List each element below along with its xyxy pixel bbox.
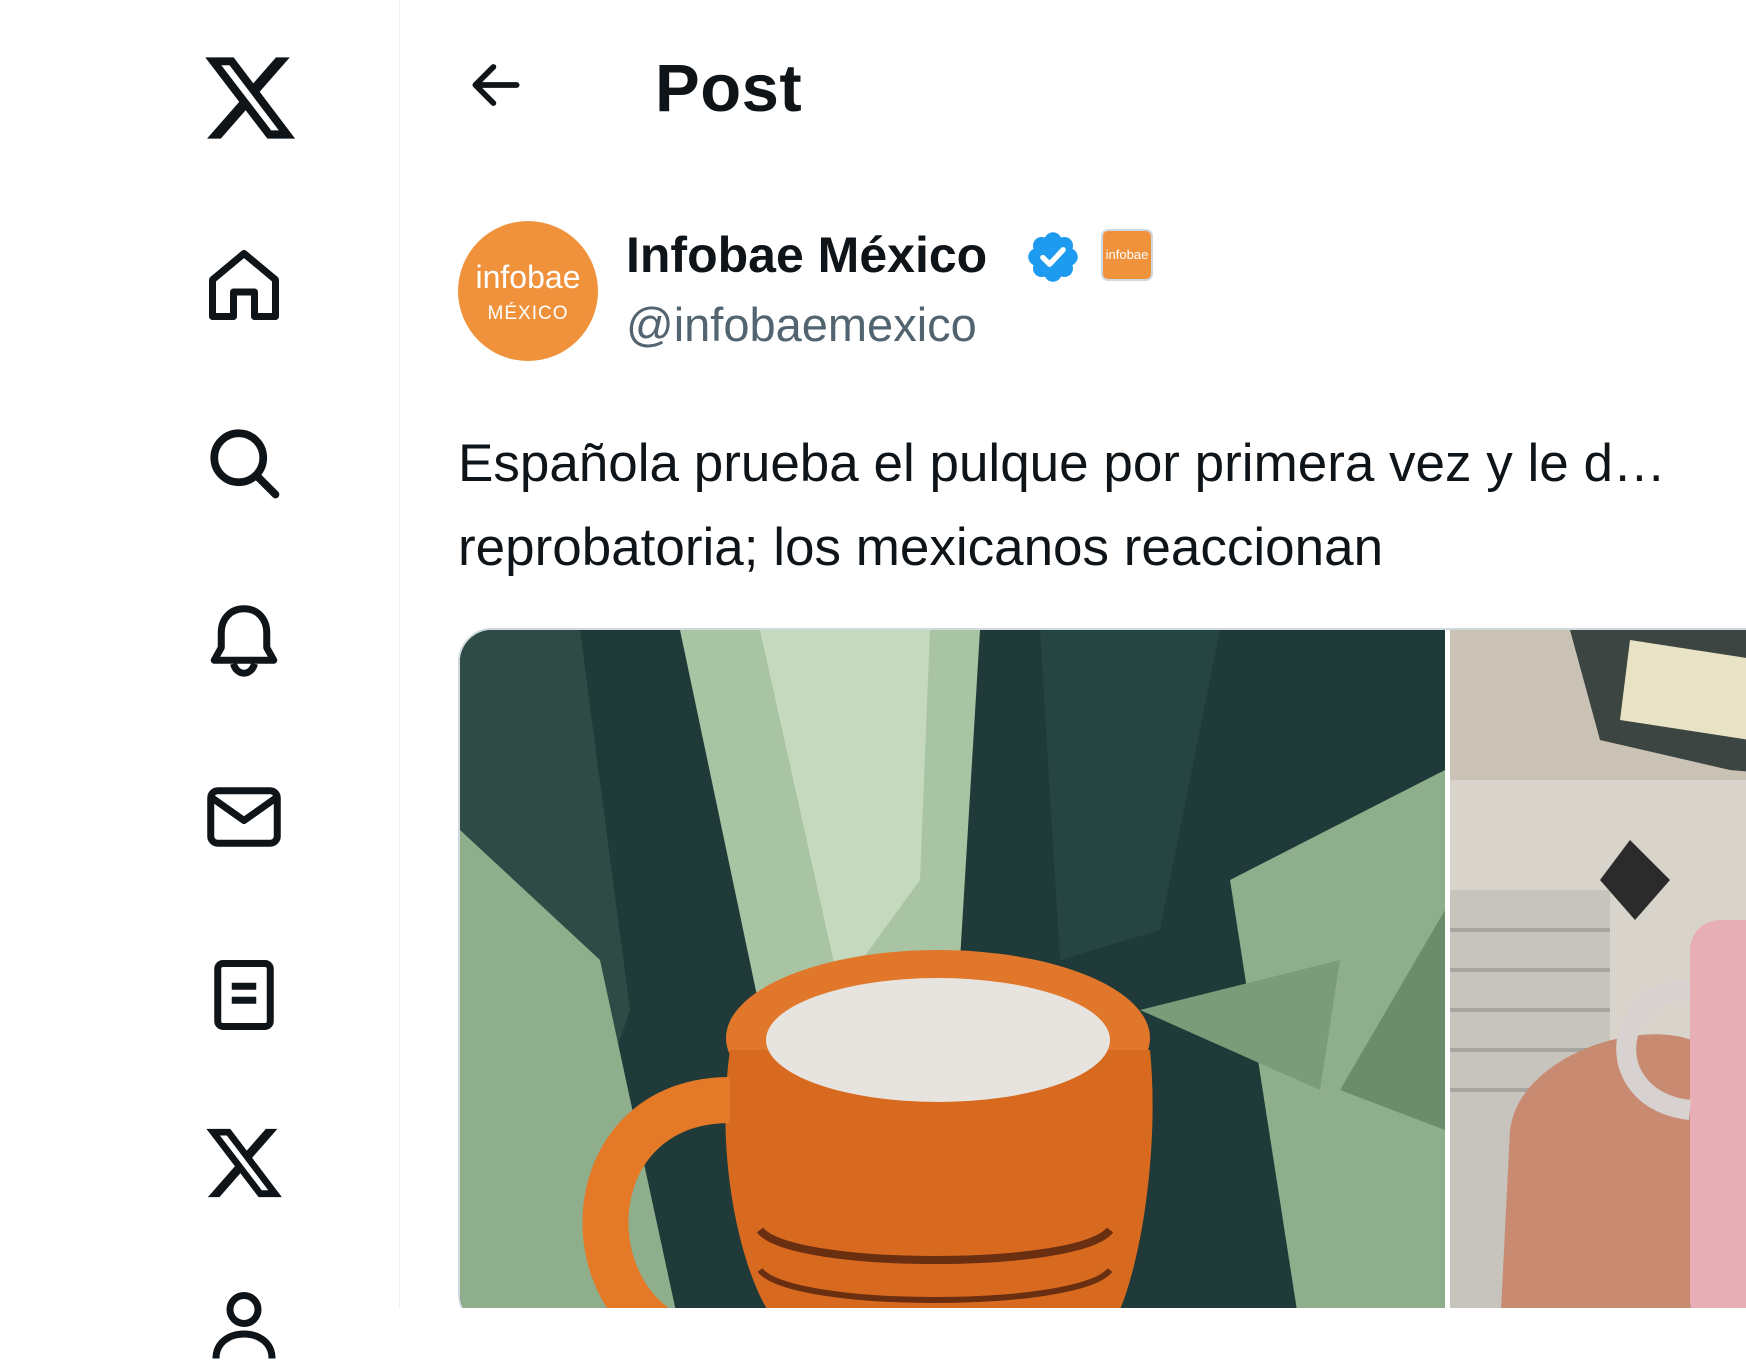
bell-icon[interactable] [199, 596, 289, 686]
mail-icon[interactable] [199, 772, 289, 862]
list-icon[interactable] [199, 950, 289, 1040]
avatar-wordmark: infobae [475, 259, 581, 295]
arrow-left-icon [472, 64, 520, 106]
back-button[interactable] [456, 45, 536, 125]
pulque-jarrito-image[interactable] [460, 630, 1445, 1308]
avatar[interactable]: infobae MÉXICO [458, 221, 598, 361]
person-icon[interactable] [199, 1282, 289, 1372]
page-title: Post [655, 51, 803, 126]
home-icon[interactable] [199, 240, 289, 330]
avatar-subtitle: MÉXICO [487, 303, 569, 324]
x-logo-icon[interactable] [200, 48, 300, 148]
affiliate-badge[interactable]: infobae [1101, 229, 1153, 281]
author-name[interactable]: Infobae México [626, 225, 987, 285]
verified-badge-icon[interactable] [1024, 228, 1082, 286]
main-column: Post infobae MÉXICO Infobae México infob… [401, 0, 1746, 1308]
left-sidebar [0, 0, 400, 1359]
post-media[interactable] [458, 628, 1746, 1308]
post-text: Española prueba el pulque por primera ve… [458, 434, 1666, 577]
pulqueria-street-image[interactable] [1450, 630, 1746, 1308]
author-handle[interactable]: @infobaemexico [626, 295, 977, 355]
x-premium-icon[interactable] [199, 1118, 289, 1208]
search-icon[interactable] [199, 418, 289, 508]
